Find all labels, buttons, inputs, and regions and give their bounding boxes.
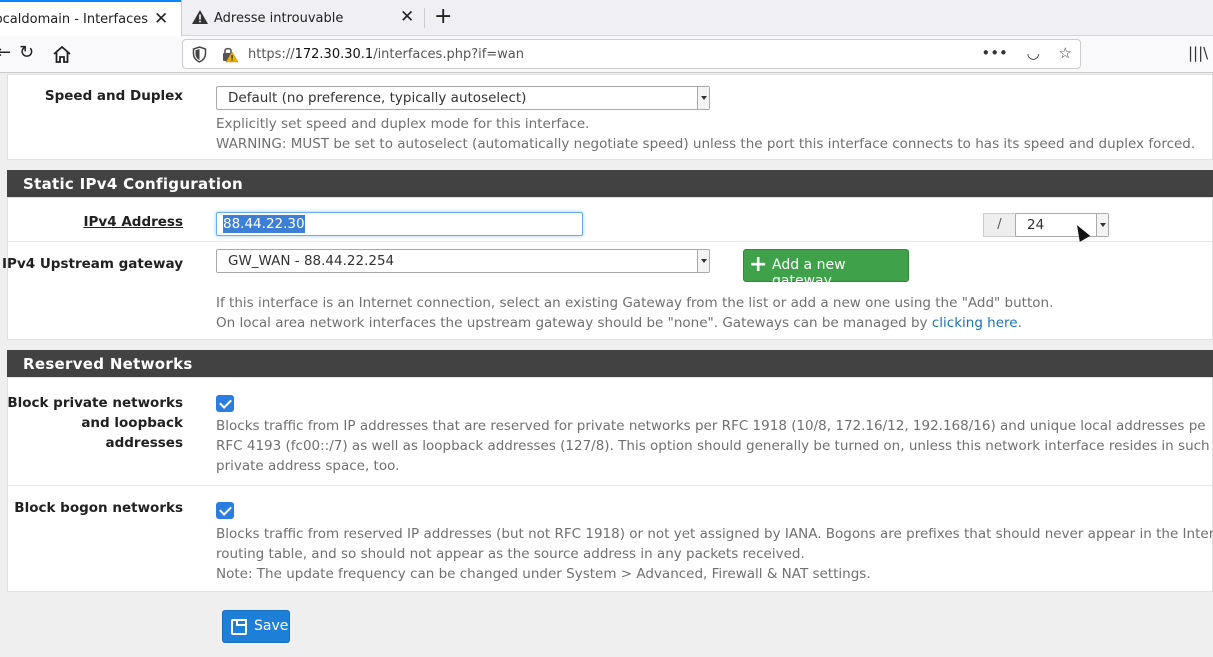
label-line: and loopback addresses: [81, 415, 183, 451]
add-gateway-button[interactable]: + Add a new gateway: [743, 249, 909, 289]
help-text: private address space, too.: [216, 458, 400, 474]
block-private-label: Block private networks and loopback addr…: [0, 393, 183, 453]
pocket-icon[interactable]: ◡: [1027, 44, 1040, 62]
url-text[interactable]: https://172.30.30.1/interfaces.php?if=wa…: [248, 47, 524, 62]
tab-bar: nse.localdomain - Interfaces ✕ Adresse i…: [0, 0, 1213, 36]
block-bogon-label: Block bogon networks: [14, 500, 183, 516]
url-prefix: https://: [248, 47, 295, 62]
warning-icon: [192, 10, 208, 24]
gateways-link[interactable]: clicking here: [932, 315, 1018, 331]
cidr-value: 24: [1027, 217, 1045, 233]
help-text: Blocks traffic from reserved IP addresse…: [216, 526, 1213, 542]
speed-duplex-label: Speed and Duplex: [44, 88, 183, 104]
divider: [7, 485, 1213, 486]
save-button[interactable]: Save: [222, 610, 290, 643]
back-icon[interactable]: ←: [0, 42, 11, 63]
label-line: Block private networks: [7, 395, 183, 411]
speed-duplex-value: Default (no preference, typically autose…: [228, 90, 527, 106]
chevron-down-icon: [1096, 214, 1108, 236]
help-text: Blocks traffic from IP addresses that ar…: [216, 418, 1206, 434]
ipv4-gateway-value: GW_WAN - 88.44.22.254: [228, 253, 395, 269]
url-host: 172.30.30.1: [294, 47, 374, 62]
tab-separator: [424, 8, 425, 28]
ipv4-gateway-label: IPv4 Upstream gateway: [2, 256, 183, 272]
url-bar-actions: ••• ◡ ☆: [967, 44, 1072, 62]
reserved-networks-heading: Reserved Networks: [7, 350, 1213, 377]
new-tab-icon[interactable]: +: [434, 4, 452, 29]
gateway-help: If this interface is an Internet connect…: [216, 293, 1053, 333]
help-text: If this interface is an Internet connect…: [216, 295, 1054, 311]
block-private-checkbox[interactable]: [216, 395, 234, 412]
ipv4-address-label: IPv4 Address: [83, 214, 183, 230]
home-icon[interactable]: [53, 46, 71, 63]
help-text-part: On local area network interfaces the ups…: [216, 315, 932, 331]
block-bogon-help: Blocks traffic from reserved IP addresse…: [216, 524, 1213, 584]
tab-interfaces[interactable]: nse.localdomain - Interfaces ✕: [0, 0, 181, 36]
chevron-down-icon: [697, 87, 709, 109]
plus-icon: +: [749, 252, 768, 277]
bookmark-star-icon[interactable]: ☆: [1059, 44, 1072, 62]
close-tab-icon[interactable]: ✕: [400, 7, 414, 27]
ipv4-address-value: 88.44.22.30: [223, 215, 305, 233]
tab-adresse-introuvable[interactable]: Adresse introuvable ✕: [182, 0, 424, 36]
help-text: routing table, and so should not appear …: [216, 546, 805, 562]
library-icon[interactable]: |||\: [1188, 44, 1208, 62]
reload-icon[interactable]: ↻: [19, 42, 34, 63]
url-path: /interfaces.php?if=wan: [373, 47, 525, 62]
help-text: RFC 4193 (fc00::/7) as well as loopback …: [216, 438, 1210, 454]
static-ipv4-heading: Static IPv4 Configuration: [7, 170, 1213, 197]
page-actions-icon[interactable]: •••: [981, 44, 1008, 62]
block-private-help: Blocks traffic from IP addresses that ar…: [216, 416, 1210, 476]
cidr-slash: /: [983, 213, 1016, 237]
close-tab-icon[interactable]: ✕: [154, 9, 168, 29]
chevron-down-icon: [697, 250, 709, 272]
divider: [7, 241, 1213, 242]
save-label: Save: [254, 618, 289, 634]
shield-icon[interactable]: [192, 46, 207, 63]
navigation-bar: ← ↻ https://172.30.30.1/interfaces.php?i…: [0, 36, 1213, 73]
ipv4-gateway-select[interactable]: GW_WAN - 88.44.22.254: [216, 249, 710, 273]
url-bar[interactable]: https://172.30.30.1/interfaces.php?if=wa…: [182, 39, 1081, 69]
tab-title: nse.localdomain - Interfaces: [0, 11, 148, 27]
help-text: On local area network interfaces the ups…: [216, 313, 1053, 333]
help-text: Note: The update frequency can be change…: [216, 566, 871, 582]
ipv4-address-input[interactable]: 88.44.22.30: [216, 212, 583, 236]
block-bogon-checkbox[interactable]: [216, 502, 234, 519]
help-text: WARNING: MUST be set to autoselect (auto…: [216, 136, 1196, 152]
help-text-part: .: [1017, 315, 1022, 331]
cidr-select[interactable]: 24: [1015, 213, 1109, 237]
floppy-disk-icon: [231, 619, 247, 635]
speed-duplex-select[interactable]: Default (no preference, typically autose…: [216, 86, 710, 110]
speed-duplex-help: Explicitly set speed and duplex mode for…: [216, 114, 1195, 154]
page-content: Speed and Duplex Default (no preference,…: [0, 74, 1213, 657]
help-text: Explicitly set speed and duplex mode for…: [216, 116, 590, 132]
tab-title: Adresse introuvable: [214, 10, 344, 26]
insecure-lock-icon[interactable]: [221, 46, 239, 63]
